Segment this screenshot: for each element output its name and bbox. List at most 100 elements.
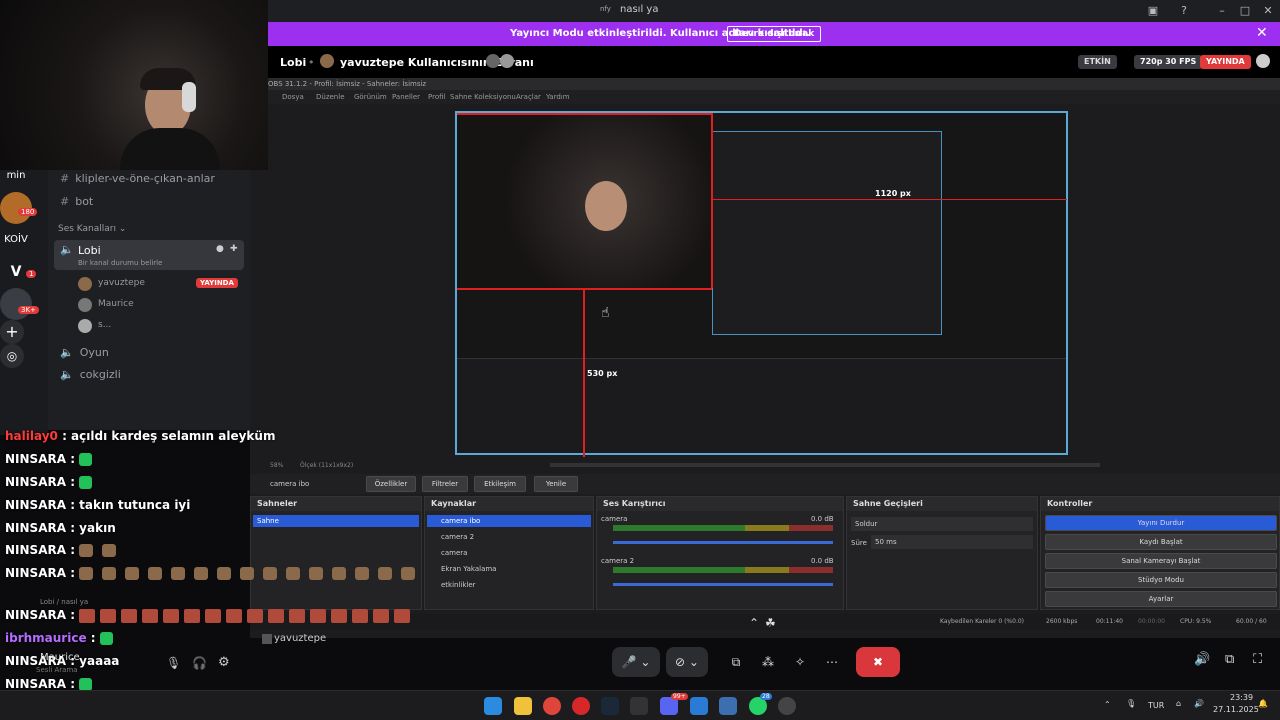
chat-message: NINSARA : <box>5 566 424 580</box>
hash-icon: # <box>60 195 70 208</box>
volume-slider[interactable] <box>613 583 833 586</box>
vscode-icon[interactable] <box>690 697 708 715</box>
cpu-usage: CPU: 9.5% <box>1180 618 1212 625</box>
settings-app-icon[interactable] <box>719 697 737 715</box>
soundboard-icon[interactable]: ✧ <box>786 647 814 677</box>
disconnect-button[interactable]: ✖ <box>856 647 900 677</box>
add-server-icon[interactable]: + <box>0 320 24 344</box>
voice-section-header[interactable]: Ses Kanalları ⌄ <box>58 224 126 234</box>
duration-input[interactable]: 50 ms <box>871 535 1033 549</box>
start-recording-button[interactable]: Kaydı Başlat <box>1045 534 1277 550</box>
activity-icon[interactable]: ☘ <box>765 616 776 630</box>
chat-icon[interactable]: ● <box>216 244 224 254</box>
chrome-icon[interactable] <box>543 697 561 715</box>
menu-edit[interactable]: Düzenle <box>316 93 345 101</box>
menu-help[interactable]: Yardım <box>546 93 570 101</box>
refresh-button[interactable]: Yenile <box>534 476 578 492</box>
source-item[interactable]: etkinlikler <box>427 579 490 591</box>
microphone-icon[interactable]: 🎙 <box>166 656 181 670</box>
voice-member[interactable]: yavuztepe YAYINDA <box>78 276 248 292</box>
clock-time[interactable]: 23:39 <box>1230 693 1253 702</box>
menu-file[interactable]: Dosya <box>282 93 304 101</box>
inbox-icon[interactable]: ▣ <box>1145 3 1161 19</box>
steam-icon[interactable] <box>601 697 619 715</box>
preview-scrollbar[interactable] <box>550 463 1100 467</box>
fullscreen-icon[interactable]: ⛶ <box>1253 652 1262 667</box>
activities-icon[interactable]: ⁂ <box>754 647 782 677</box>
invite-icon[interactable]: ✚ <box>230 244 238 254</box>
chevron-up-icon[interactable]: ⌃ <box>749 616 759 630</box>
text-channel[interactable]: # klipler-ve-öne-çıkan-anlar <box>60 172 215 185</box>
settings-button[interactable]: Ayarlar <box>1045 591 1277 607</box>
menu-tools[interactable]: Araçlar <box>516 93 541 101</box>
emote-icon <box>240 567 255 580</box>
start-virtual-camera-button[interactable]: Sanal Kamerayı Başlat <box>1045 553 1277 569</box>
more-options-icon[interactable]: ⋯ <box>818 647 846 677</box>
help-icon[interactable]: ? <box>1176 3 1192 19</box>
stop-streaming-button[interactable]: Yayını Durdur <box>1045 515 1277 531</box>
menu-scene-collection[interactable]: Sahne Koleksiyonu <box>450 93 516 101</box>
network-icon[interactable]: ⌂ <box>1176 699 1181 708</box>
emote-icon <box>289 608 306 623</box>
speaker-icon[interactable]: 🔊 <box>1194 699 1204 708</box>
maximize-button[interactable]: □ <box>1237 3 1253 19</box>
share-screen-icon[interactable]: ⧉ <box>722 647 750 677</box>
source-item[interactable]: camera <box>427 547 481 559</box>
channel-status[interactable]: Bir kanal durumu belirle <box>78 259 162 267</box>
obs-preview[interactable]: 1120 px 530 px ☝ <box>455 111 1068 457</box>
disable-streamer-mode-button[interactable]: Devre dışı bırak <box>727 26 822 42</box>
mic-toggle-button[interactable]: 🎤 ⌄ <box>612 647 660 677</box>
tray-mic-icon[interactable]: 🎙 <box>1126 699 1136 708</box>
voice-member[interactable]: Maurice <box>78 297 248 313</box>
notification-icon[interactable]: 🔔 <box>1258 699 1268 708</box>
voice-channel[interactable]: 🔈 cokgizli <box>60 368 121 381</box>
source-item[interactable]: camera 2 <box>427 531 488 543</box>
transition-select[interactable]: Soldur <box>851 517 1033 531</box>
mixer-channel-db: 0.0 dB <box>811 557 834 565</box>
volume-icon[interactable]: 🔊 <box>1194 652 1210 667</box>
language-indicator[interactable]: TUR <box>1148 701 1164 710</box>
headphones-icon[interactable]: 🎧 <box>192 656 207 670</box>
emote-icon <box>378 567 393 580</box>
bbox-line <box>711 113 713 288</box>
menu-docks[interactable]: Paneller <box>392 93 420 101</box>
studio-mode-button[interactable]: Stüdyo Modu <box>1045 572 1277 588</box>
nested-obs-panels <box>457 358 1066 453</box>
discover-icon[interactable]: ◎ <box>0 344 24 368</box>
tray-chevron-icon[interactable]: ⌃ <box>1104 700 1111 709</box>
preview-webcam[interactable] <box>457 113 712 288</box>
popout-icon[interactable]: ⧉ <box>1225 652 1234 667</box>
epic-games-icon[interactable] <box>630 697 648 715</box>
chat-text: : <box>70 475 76 489</box>
obs-icon[interactable] <box>778 697 796 715</box>
close-window-button[interactable]: ✕ <box>1260 3 1276 19</box>
volume-slider[interactable] <box>613 541 833 544</box>
camera-toggle-button[interactable]: ⊘ ⌄ <box>666 647 708 677</box>
interact-button[interactable]: Etkileşim <box>474 476 526 492</box>
start-menu-icon[interactable] <box>484 697 502 715</box>
quality-badge[interactable]: 720p 30 FPS <box>1134 55 1203 69</box>
server-icon[interactable] <box>0 288 32 320</box>
menu-profile[interactable]: Profil <box>428 93 445 101</box>
menu-view[interactable]: Görünüm <box>354 93 387 101</box>
minimize-button[interactable]: – <box>1214 3 1230 19</box>
server-koiv[interactable]: KOİV <box>0 224 32 256</box>
source-item[interactable]: Ekran Yakalama <box>427 563 510 575</box>
clock-date[interactable]: 27.11.2025 <box>1213 705 1259 714</box>
source-item[interactable]: camera ibo <box>427 515 591 527</box>
emote-icon <box>79 567 94 580</box>
close-banner-icon[interactable]: ✕ <box>1256 25 1268 41</box>
media-player-icon[interactable] <box>572 697 590 715</box>
voice-channel[interactable]: 🔈 Oyun <box>60 346 109 359</box>
voice-member[interactable]: s... <box>78 318 248 334</box>
member-name: s... <box>98 320 112 330</box>
emote-icon <box>355 567 370 580</box>
avatar <box>78 298 92 312</box>
emote-icon <box>100 608 117 623</box>
chat-bubble-icon[interactable] <box>1256 54 1270 68</box>
settings-gear-icon[interactable]: ⚙ <box>218 655 230 670</box>
emote-icon <box>394 608 411 623</box>
file-explorer-icon[interactable] <box>514 697 532 715</box>
text-channel[interactable]: # bot <box>60 195 93 208</box>
voice-channel-lobi[interactable]: 🔈 Lobi Bir kanal durumu belirle ● ✚ <box>54 240 244 270</box>
